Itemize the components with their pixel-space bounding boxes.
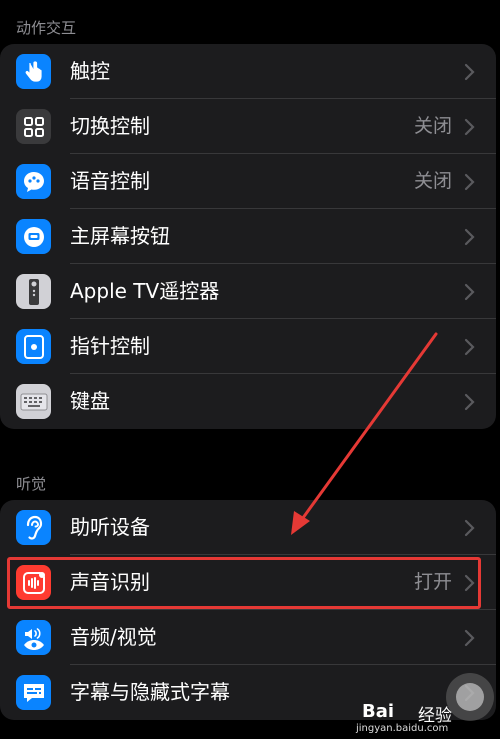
ear-icon [16, 510, 51, 545]
row-label: 触控 [70, 59, 110, 83]
row-label: 键盘 [70, 389, 110, 413]
sound-recognition-icon [16, 565, 51, 600]
section-header-motor: 动作交互 [16, 19, 77, 37]
speech-bubble-icon [16, 164, 51, 199]
row-label: 声音识别 [70, 570, 150, 594]
row-label: 字幕与隐藏式字幕 [70, 680, 230, 704]
row-sound-recognition[interactable]: 声音识别 打开 [0, 555, 496, 610]
watermark: Bai 经验 jingyan.baidu.com [352, 699, 492, 739]
home-button-icon [16, 219, 51, 254]
section-header-hearing: 听觉 [16, 475, 47, 493]
captions-icon [16, 675, 51, 710]
row-home-button[interactable]: 主屏幕按钮 [0, 209, 496, 264]
row-switch-control[interactable]: 切换控制 关闭 [0, 99, 496, 154]
pointer-icon [16, 329, 51, 364]
chevron-right-icon [464, 228, 475, 246]
chevron-right-icon [464, 63, 475, 81]
row-label: 语音控制 [70, 169, 150, 193]
row-label: 主屏幕按钮 [70, 224, 170, 248]
row-label: 指针控制 [70, 334, 150, 358]
chevron-right-icon [464, 173, 475, 191]
row-keyboard[interactable]: 键盘 [0, 374, 496, 429]
hand-touch-icon [16, 54, 51, 89]
row-audio-visual[interactable]: 音频/视觉 [0, 610, 496, 665]
remote-icon [16, 274, 51, 309]
chevron-right-icon [464, 574, 475, 592]
chevron-right-icon [464, 519, 475, 537]
watermark-brand: Bai [362, 701, 395, 722]
grid-icon [16, 109, 51, 144]
watermark-url: jingyan.baidu.com [356, 723, 449, 734]
audio-visual-icon [16, 620, 51, 655]
chevron-right-icon [464, 283, 475, 301]
row-pointer-control[interactable]: 指针控制 [0, 319, 496, 374]
settings-group-hearing: 助听设备 声音识别 打开 音频/视觉 字幕与隐藏式字幕 [0, 500, 496, 720]
settings-group-motor: 触控 切换控制 关闭 语音控制 关闭 主屏幕按钮 Apple TV遥控器 指针控… [0, 44, 496, 429]
chevron-right-icon [464, 118, 475, 136]
row-voice-control[interactable]: 语音控制 关闭 [0, 154, 496, 209]
row-apple-tv-remote[interactable]: Apple TV遥控器 [0, 264, 496, 319]
row-value: 关闭 [413, 170, 452, 192]
row-label: 助听设备 [70, 515, 150, 539]
row-hearing-devices[interactable]: 助听设备 [0, 500, 496, 555]
row-label: Apple TV遥控器 [70, 279, 220, 303]
row-label: 音频/视觉 [70, 625, 157, 649]
chevron-right-icon [464, 338, 475, 356]
chevron-right-icon [464, 393, 475, 411]
keyboard-icon [16, 384, 51, 419]
row-value: 关闭 [413, 115, 452, 137]
row-touch[interactable]: 触控 [0, 44, 496, 99]
row-value: 打开 [413, 571, 452, 593]
row-label: 切换控制 [70, 114, 150, 138]
chevron-right-icon [464, 629, 475, 647]
